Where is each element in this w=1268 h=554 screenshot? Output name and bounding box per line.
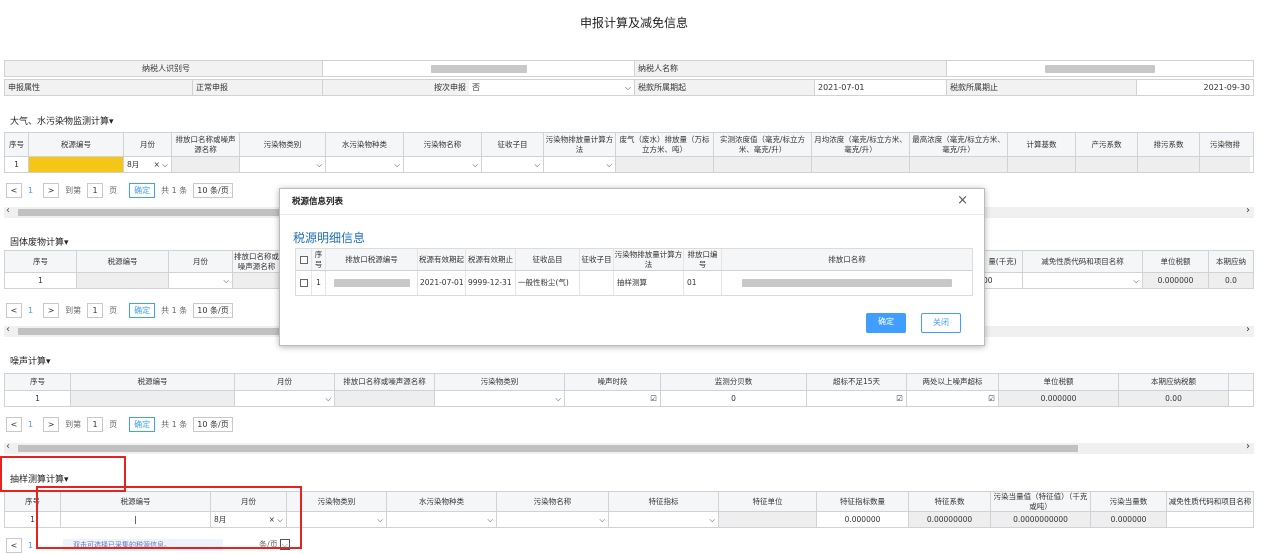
modal-close-button[interactable]: 关闭 (921, 313, 961, 333)
solid-relief-select[interactable]: ⌵ (1023, 273, 1143, 288)
noise-section-title[interactable]: 噪声计算▾ (10, 354, 51, 367)
sample-water-type-select[interactable]: ⌵ (387, 512, 497, 527)
source-list-modal: 税源信息列表 × 税源明细信息 序号 排放口税源编号 税源有效期起 税源有效期止… (279, 188, 985, 346)
taxpayer-name-label: 纳税人名称 (635, 61, 947, 76)
sample-name-select[interactable]: ⌵ (497, 512, 609, 527)
period-start-value[interactable]: 2021-07-01 (815, 80, 947, 95)
declare-info-row: 申报属性 正常申报 按次申报 否 ⌵ 税款所属期起 2021-07-01 税款所属… (4, 79, 1254, 96)
goto-page-input[interactable]: 1 (87, 182, 104, 198)
chevron-down-icon: ⌵ (624, 83, 631, 92)
declare-type-label: 申报属性 (5, 80, 193, 95)
modal-title: 税源信息列表 (280, 189, 984, 215)
period-end-label: 税款所属期止 (947, 80, 1137, 95)
next-page-button[interactable]: > (43, 182, 60, 198)
highlight-box (36, 486, 302, 549)
by-times-select[interactable]: 否 ⌵ (469, 80, 635, 95)
air-sub-item-select[interactable]: ⌵ (482, 157, 544, 172)
page-title: 申报计算及减免信息 (579, 16, 688, 30)
air-pollutant-type-select[interactable]: ⌵ (240, 157, 326, 172)
air-table: 序号 税源编号 月份 排放口名称或噪声源名称 污染物类别 水污染物种类 污染物名… (4, 132, 1254, 173)
noise-multi-select[interactable]: ☑ (907, 391, 999, 406)
close-icon[interactable]: × (957, 193, 968, 208)
select-all-checkbox[interactable] (296, 249, 312, 270)
modal-confirm-button[interactable]: 确定 (866, 313, 906, 333)
noise-pager: < 1 > 到第 1 页 确定 共 1 条 10 条/页 (6, 416, 239, 432)
air-pager: < 1 > 到第 1 页 确定 共 1 条 10 条/页 (6, 182, 239, 198)
prev-page-button[interactable]: < (6, 182, 22, 198)
table-row[interactable]: 1 2021-07-01 9999-12-31 一般性粉尘(气) 抽样测算 01 (296, 271, 972, 295)
solid-source-no-input[interactable] (77, 273, 169, 288)
air-source-no-input[interactable] (29, 157, 124, 172)
table-row: 1 8月 × ⌵ ⌵ ⌵ ⌵ ⌵ ⌵ (5, 157, 1253, 172)
taxpayer-id-value (323, 61, 635, 76)
air-method-select[interactable]: ⌵ (544, 157, 616, 172)
by-times-label: 按次申报 (434, 83, 466, 92)
noise-period-select[interactable]: ☑ (565, 391, 661, 406)
sample-pollutant-select[interactable]: ⌵ (287, 512, 387, 527)
solid-pager: < 1 > 到第 1 页 确定 共 1 条 10 条/页 (6, 302, 239, 318)
table-row: 1 ⌵ ⌵ ☑ 0 ☑ ☑ 0.000000 0.00 (5, 391, 1253, 406)
noise-table: 序号 税源编号 月份 排放口名称或噪声源名称 污染物类别 噪声时段 监测分贝数 … (4, 373, 1254, 407)
row-checkbox[interactable] (296, 271, 312, 295)
air-section-title[interactable]: 大气、水污染物监测计算▾ (10, 114, 114, 127)
page-size-select[interactable]: 10 条/页 (193, 182, 233, 198)
air-water-type-select[interactable]: ⌵ (326, 157, 404, 172)
solid-month-select[interactable]: ⌵ (169, 273, 233, 288)
modal-subtitle: 税源明细信息 (293, 231, 366, 245)
noise-under15-select[interactable]: ☑ (807, 391, 907, 406)
sample-feature-select[interactable]: ⌵ (609, 512, 719, 527)
modal-table: 序号 排放口税源编号 税源有效期起 税源有效期止 征收品目 征收子目 污染物排放… (295, 248, 973, 296)
noise-scrollbar[interactable]: ‹ › (4, 441, 1254, 454)
taxpayer-id-label: 纳税人识别号 (142, 64, 190, 73)
air-pollutant-name-select[interactable]: ⌵ (404, 157, 482, 172)
period-end-value[interactable]: 2021-09-30 (1137, 80, 1253, 95)
period-start-label: 税款所属期起 (635, 80, 815, 95)
noise-pollutant-select[interactable]: ⌵ (435, 391, 565, 406)
taxpayer-info-row: 纳税人识别号 纳税人名称 (4, 60, 1254, 77)
goto-confirm-button[interactable]: 确定 (129, 182, 156, 198)
noise-month-select[interactable]: ⌵ (235, 391, 335, 406)
solid-section-title[interactable]: 固体废物计算▾ (10, 235, 69, 248)
noise-source-no-input[interactable] (71, 391, 235, 406)
taxpayer-name-value (947, 61, 1253, 76)
declare-type-value: 正常申报 (193, 80, 323, 95)
air-table-header: 序号 税源编号 月份 排放口名称或噪声源名称 污染物类别 水污染物种类 污染物名… (5, 133, 1253, 157)
air-month-select[interactable]: 8月 × ⌵ (124, 157, 172, 172)
page-number[interactable]: 1 (28, 186, 33, 195)
